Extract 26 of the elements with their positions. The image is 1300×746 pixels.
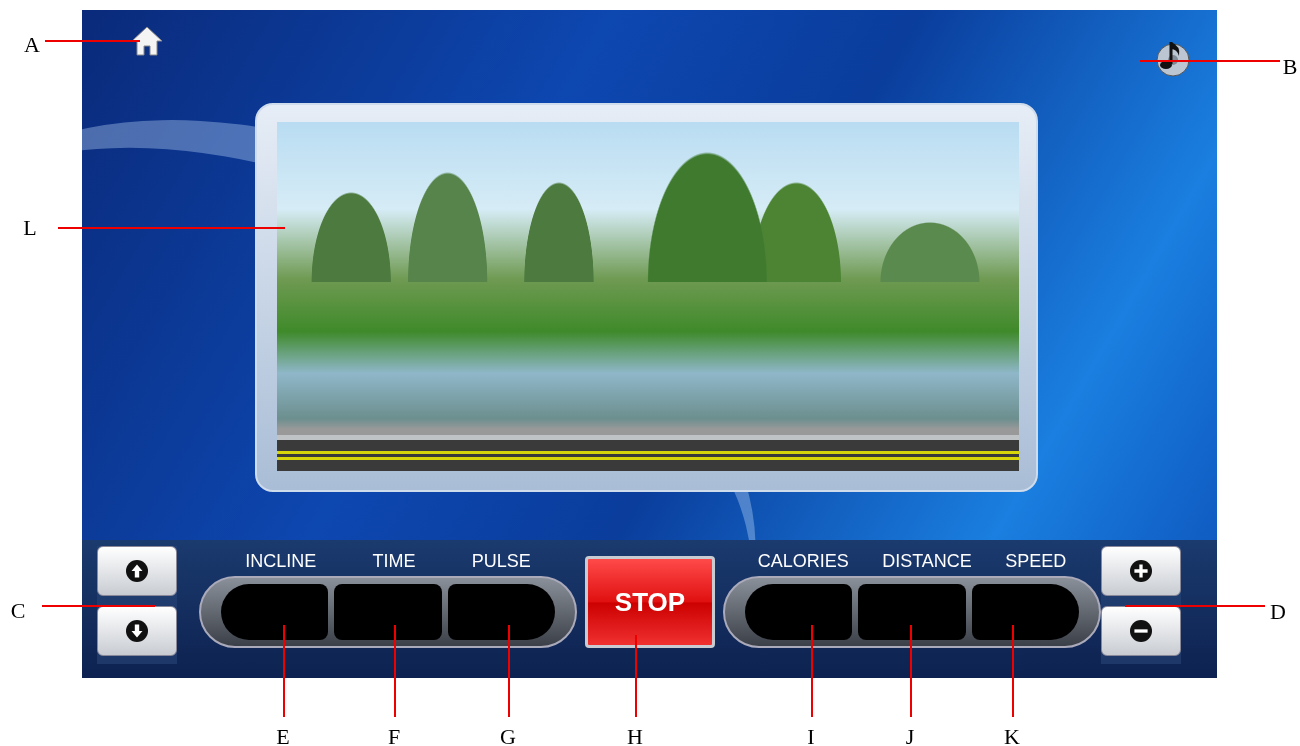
plus-icon bbox=[1130, 560, 1152, 582]
callout-label: B bbox=[1281, 54, 1299, 80]
callout-label: J bbox=[904, 724, 916, 746]
callout-label: K bbox=[1003, 724, 1021, 746]
incline-down-button[interactable] bbox=[97, 606, 177, 656]
callout-label: F bbox=[386, 724, 402, 746]
callout-label: A bbox=[23, 32, 41, 58]
speed-up-button[interactable] bbox=[1101, 546, 1181, 596]
callout-label: E bbox=[275, 724, 291, 746]
callout-label: C bbox=[9, 598, 27, 624]
minus-icon bbox=[1130, 620, 1152, 642]
display-label: CALORIES bbox=[757, 550, 849, 572]
callout-label: I bbox=[806, 724, 816, 746]
callout-label: D bbox=[1269, 599, 1287, 625]
incline-up-button[interactable] bbox=[97, 546, 177, 596]
speed-down-button[interactable] bbox=[1101, 606, 1181, 656]
callout-label: L bbox=[22, 215, 38, 241]
display-label: TIME bbox=[372, 550, 416, 572]
display-label: SPEED bbox=[1005, 550, 1067, 572]
callout-label: G bbox=[499, 724, 517, 746]
home-icon[interactable] bbox=[130, 24, 164, 58]
stop-button[interactable]: STOP bbox=[585, 556, 715, 648]
display-label: INCLINE bbox=[245, 550, 317, 572]
display-label: PULSE bbox=[471, 550, 531, 572]
display-label: DISTANCE bbox=[882, 550, 972, 572]
callout-label: H bbox=[626, 724, 644, 746]
